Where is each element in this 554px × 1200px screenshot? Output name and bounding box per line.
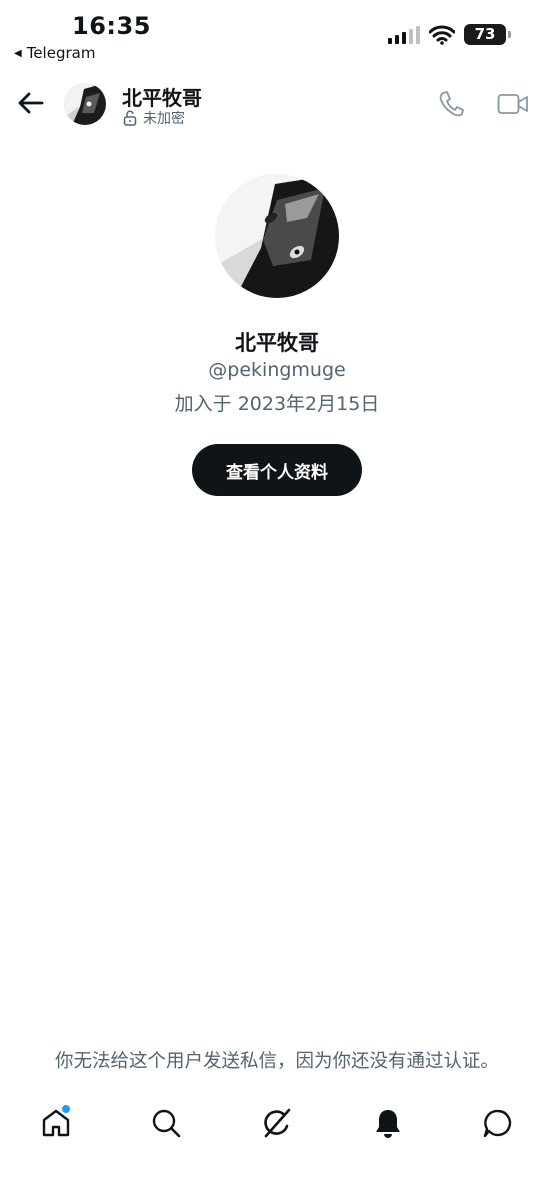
cannot-message-notice: 你无法给这个用户发送私信，因为你还没有通过认证。 bbox=[54, 1051, 499, 1072]
encryption-label: 未加密 bbox=[143, 111, 185, 127]
battery-indicator: 73 bbox=[464, 24, 511, 45]
dm-conversation-screen: 16:35 ◀ Telegram 73 北平牧哥 未加密 北平牧哥 @pekin… bbox=[0, 0, 554, 1200]
messages-tab[interactable] bbox=[481, 1106, 515, 1140]
header-name: 北平牧哥 bbox=[122, 86, 202, 110]
messages-icon bbox=[483, 1109, 512, 1138]
wifi-icon bbox=[429, 25, 455, 45]
back-triangle-icon: ◀ bbox=[14, 47, 22, 59]
back-arrow-icon[interactable] bbox=[16, 88, 46, 118]
unlocked-lock-icon bbox=[123, 110, 137, 126]
search-tab[interactable] bbox=[149, 1106, 183, 1140]
grok-tab[interactable] bbox=[260, 1106, 294, 1140]
video-call-icon[interactable] bbox=[497, 92, 529, 116]
profile-avatar[interactable] bbox=[215, 174, 339, 298]
bell-icon bbox=[376, 1110, 400, 1138]
phone-call-icon[interactable] bbox=[438, 90, 464, 118]
header-avatar[interactable] bbox=[64, 83, 106, 125]
back-app-label: Telegram bbox=[26, 44, 96, 62]
status-time: 16:35 bbox=[72, 12, 151, 40]
search-icon bbox=[152, 1109, 181, 1138]
view-profile-button[interactable]: 查看个人资料 bbox=[192, 444, 362, 496]
profile-handle: @pekingmuge bbox=[208, 359, 346, 381]
profile-name: 北平牧哥 bbox=[235, 331, 319, 355]
bottom-tab-bar bbox=[0, 1100, 554, 1150]
grok-icon bbox=[264, 1108, 291, 1138]
encryption-status: 未加密 bbox=[123, 108, 185, 128]
home-notification-dot bbox=[62, 1105, 70, 1113]
profile-join-date: 加入于 2023年2月15日 bbox=[174, 393, 380, 415]
back-to-app-link[interactable]: ◀ Telegram bbox=[14, 44, 95, 62]
notifications-tab[interactable] bbox=[371, 1106, 405, 1140]
cellular-signal-icon bbox=[388, 25, 420, 44]
status-indicators: 73 bbox=[388, 24, 511, 45]
